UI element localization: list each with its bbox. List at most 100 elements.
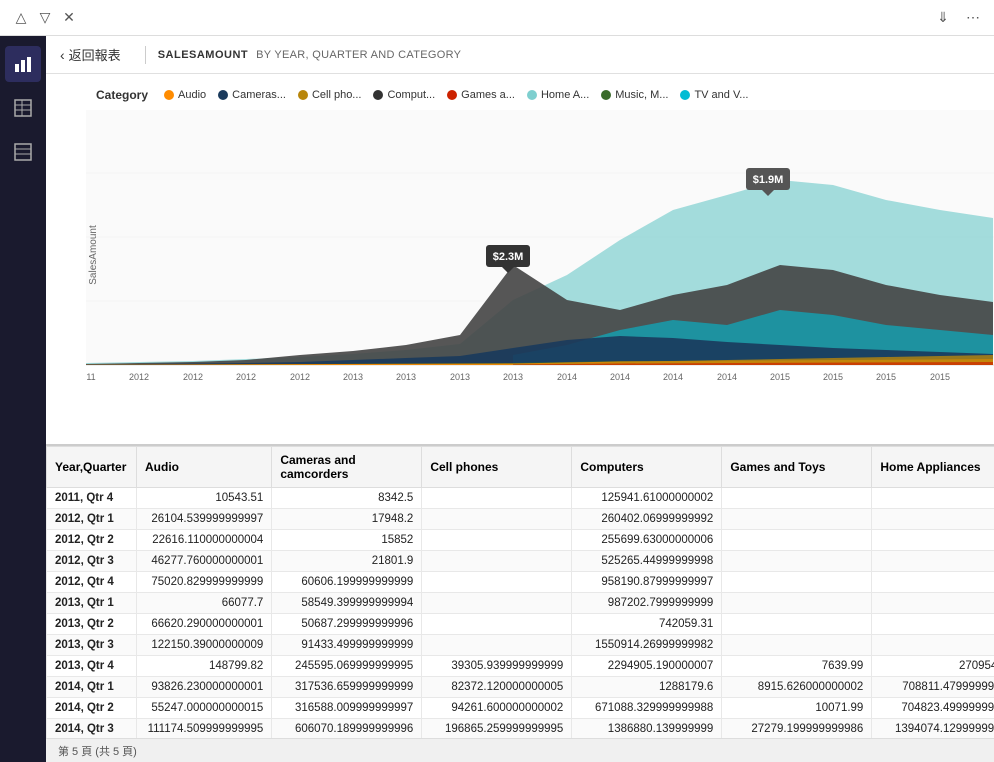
table-cell: 111174.509999999995 <box>137 719 272 740</box>
table-row: 2013, Qtr 4148799.82245595.0699999999953… <box>47 656 994 677</box>
legend-item[interactable]: Home A... <box>527 89 589 101</box>
table-cell: 2011, Qtr 4 <box>47 488 137 509</box>
legend-item[interactable]: Audio <box>164 89 206 101</box>
table-cell: 317536.659999999999 <box>272 677 422 698</box>
legend-dot <box>218 90 228 100</box>
close-icon[interactable]: ✕ <box>60 9 78 27</box>
top-bar-actions: ⇓ ⋯ <box>934 9 982 27</box>
header-cell-phones: Cell phones <box>422 447 572 488</box>
svg-text:2011: 2011 <box>86 372 96 380</box>
forward-nav-icon[interactable]: ▽ <box>36 9 54 27</box>
table-row: 2012, Qtr 222616.11000000000415852255699… <box>47 530 994 551</box>
back-button[interactable]: ‹ 返回報表 <box>60 45 133 64</box>
table-cell <box>722 509 872 530</box>
table-cell: 2294905.190000007 <box>572 656 722 677</box>
table-cell: 2013, Qtr 1 <box>47 593 137 614</box>
back-label: 返回報表 <box>69 45 121 64</box>
legend-label: Home A... <box>541 89 589 101</box>
table-cell: 525265.44999999998 <box>572 551 722 572</box>
chevron-left-icon: ‹ <box>60 47 65 63</box>
svg-text:2012: 2012 <box>236 372 256 380</box>
download-icon[interactable]: ⇓ <box>934 9 952 27</box>
table-cell <box>422 551 572 572</box>
data-table: Year,Quarter Audio Cameras andcamcorders… <box>46 446 994 761</box>
svg-text:2013: 2013 <box>450 372 470 380</box>
sidebar-table-icon[interactable] <box>5 90 41 126</box>
svg-text:2015: 2015 <box>876 372 896 380</box>
table-cell <box>872 488 994 509</box>
table-cell: 2013, Qtr 4 <box>47 656 137 677</box>
table-cell <box>422 488 572 509</box>
table-cell <box>722 614 872 635</box>
table-cell: 260402.06999999992 <box>572 509 722 530</box>
table-cell: 2014, Qtr 1 <box>47 677 137 698</box>
table-cell: 8915.626000000002 <box>722 677 872 698</box>
legend-label: Music, M... <box>615 89 668 101</box>
table-cell: 125941.61000000002 <box>572 488 722 509</box>
sidebar-filter-icon[interactable] <box>5 134 41 170</box>
table-cell: 8342.5 <box>272 488 422 509</box>
table-cell: 742059.31 <box>572 614 722 635</box>
legend-items: Audio Cameras... Cell pho... Comput... Games… <box>164 89 748 101</box>
table-cell <box>422 530 572 551</box>
header-home-appliances: Home Appliances <box>872 447 994 488</box>
sidebar <box>0 36 46 762</box>
table-cell: 1550914.26999999982 <box>572 635 722 656</box>
table-cell: 82372.120000000005 <box>422 677 572 698</box>
table-cell: 708811.47999999968 <box>872 677 994 698</box>
table-cell: 2013, Qtr 2 <box>47 614 137 635</box>
legend-item[interactable]: Cameras... <box>218 89 286 101</box>
svg-text:2015: 2015 <box>823 372 843 380</box>
table-cell: 17948.2 <box>272 509 422 530</box>
table-cell: 2012, Qtr 1 <box>47 509 137 530</box>
svg-text:$2.3M: $2.3M <box>493 251 524 263</box>
table-cell: 75020.829999999999 <box>137 572 272 593</box>
table-area[interactable]: Year,Quarter Audio Cameras andcamcorders… <box>46 444 994 762</box>
back-nav-icon[interactable]: △ <box>12 9 30 27</box>
legend-item[interactable]: Comput... <box>373 89 435 101</box>
table-cell: 60606.199999999999 <box>272 572 422 593</box>
top-bar: △ ▽ ✕ ⇓ ⋯ <box>0 0 994 36</box>
table-cell: 27279.199999999986 <box>722 719 872 740</box>
table-cell: 2012, Qtr 4 <box>47 572 137 593</box>
legend-dot <box>447 90 457 100</box>
top-bar-controls: △ ▽ ✕ <box>12 9 78 27</box>
table-cell <box>872 635 994 656</box>
svg-text:2014: 2014 <box>663 372 683 380</box>
legend-item[interactable]: Games a... <box>447 89 515 101</box>
table-cell: 245595.069999999995 <box>272 656 422 677</box>
legend-dot <box>601 90 611 100</box>
legend-item[interactable]: Cell pho... <box>298 89 362 101</box>
svg-text:2014: 2014 <box>610 372 630 380</box>
svg-text:2013: 2013 <box>503 372 523 380</box>
table-cell <box>722 572 872 593</box>
header-computers: Computers <box>572 447 722 488</box>
table-cell: 316588.009999999997 <box>272 698 422 719</box>
table-row: 2012, Qtr 346277.76000000000121801.95252… <box>47 551 994 572</box>
legend-item[interactable]: Music, M... <box>601 89 668 101</box>
more-options-icon[interactable]: ⋯ <box>964 9 982 27</box>
legend-label: Audio <box>178 89 206 101</box>
table-cell: 2012, Qtr 3 <box>47 551 137 572</box>
table-cell <box>722 530 872 551</box>
table-cell: 58549.399999999994 <box>272 593 422 614</box>
table-cell: 10071.99 <box>722 698 872 719</box>
table-cell: 2014, Qtr 2 <box>47 698 137 719</box>
legend-label: Games a... <box>461 89 515 101</box>
table-cell: 196865.259999999995 <box>422 719 572 740</box>
svg-text:2013: 2013 <box>396 372 416 380</box>
nav-title: SALESAMOUNT <box>158 49 248 61</box>
sidebar-barchart-icon[interactable] <box>5 46 41 82</box>
table-row: 2013, Qtr 3122150.3900000000991433.49999… <box>47 635 994 656</box>
table-cell <box>872 551 994 572</box>
svg-text:2015: 2015 <box>770 372 790 380</box>
page-indicator: 第 5 頁 (共 5 頁) <box>58 743 137 759</box>
legend-item[interactable]: TV and V... <box>680 89 748 101</box>
svg-text:2014: 2014 <box>717 372 737 380</box>
header-games-toys: Games and Toys <box>722 447 872 488</box>
table-cell: 26104.539999999997 <box>137 509 272 530</box>
table-cell: 66620.290000000001 <box>137 614 272 635</box>
table-cell <box>872 614 994 635</box>
table-cell <box>722 551 872 572</box>
table-cell: 39305.939999999999 <box>422 656 572 677</box>
